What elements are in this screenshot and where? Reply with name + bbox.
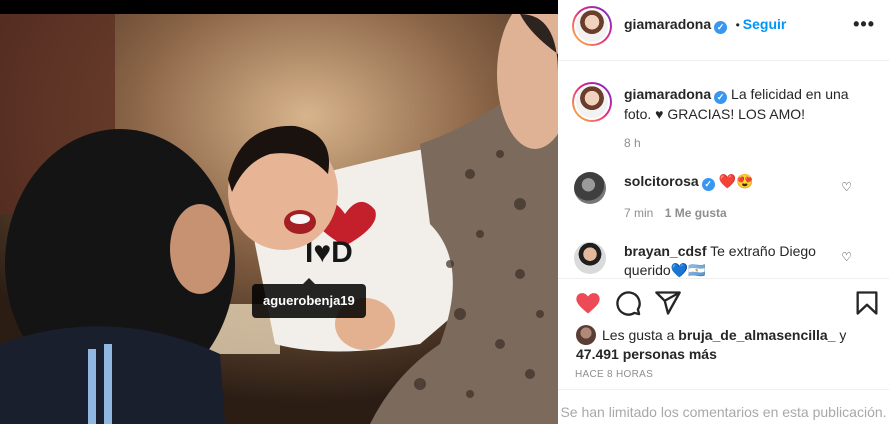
likes-prefix: Les gusta a xyxy=(602,327,675,343)
caption-time[interactable]: 8 h xyxy=(624,136,641,150)
separator-dot: • xyxy=(735,18,740,32)
comment-like-icon[interactable]: ♡ xyxy=(841,250,852,264)
caption-avatar[interactable] xyxy=(572,82,612,122)
caption-text-block: giamaradona ✓ La felicidad en una foto. ♥… xyxy=(624,84,874,124)
comment-avatar[interactable] xyxy=(574,242,606,274)
comment-text: ❤️😍 xyxy=(718,173,754,189)
liker-username[interactable]: bruja_de_almasencilla_ xyxy=(678,327,835,343)
post-photo[interactable]: I♥D aguerobenja19 xyxy=(0,14,558,424)
post-header: giamaradona ✓ • Seguir ••• xyxy=(558,0,889,61)
more-icon[interactable]: ••• xyxy=(853,14,875,35)
caption-username[interactable]: giamaradona xyxy=(624,86,711,102)
bookmark-icon[interactable] xyxy=(853,289,881,317)
verified-icon: ✓ xyxy=(714,91,728,104)
comment-likes[interactable]: 1 Me gusta xyxy=(665,206,727,220)
comment-time[interactable]: 7 min xyxy=(624,206,653,220)
post-timestamp[interactable]: HACE 8 HORAS xyxy=(575,369,653,380)
comment-text-block: solcitorosa ✓ ❤️😍 xyxy=(624,172,846,191)
comment-username[interactable]: solcitorosa xyxy=(624,173,699,189)
comment-username[interactable]: brayan_cdsf xyxy=(624,243,706,259)
post-actions-section: Les gusta a bruja_de_almasencilla_ y 47.… xyxy=(558,278,889,424)
post-photo-image: I♥D xyxy=(0,14,558,424)
comments-limited-notice: Se han limitado los comentarios en esta … xyxy=(558,389,889,420)
liker-avatar[interactable] xyxy=(576,325,596,345)
likes-summary: Les gusta a bruja_de_almasencilla_ y 47.… xyxy=(576,325,876,364)
verified-icon: ✓ xyxy=(701,178,715,191)
photo-user-tag[interactable]: aguerobenja19 xyxy=(252,278,366,318)
post-sidebar: giamaradona ✓ • Seguir ••• giamaradona ✓ La… xyxy=(558,0,889,424)
likes-count[interactable]: 47.491 personas más xyxy=(576,346,717,362)
likes-joiner: y xyxy=(839,327,847,343)
comment-avatar[interactable] xyxy=(574,172,606,204)
author-avatar[interactable] xyxy=(572,6,612,46)
verified-icon: ✓ xyxy=(714,21,728,34)
heart-icon[interactable] xyxy=(574,289,602,317)
author-line: giamaradona ✓ • Seguir xyxy=(624,16,786,34)
comment-meta: 7 min 1 Me gusta xyxy=(624,206,727,220)
comment-like-icon[interactable]: ♡ xyxy=(841,180,852,194)
comment-icon[interactable] xyxy=(614,289,642,317)
author-username[interactable]: giamaradona xyxy=(624,16,711,32)
comment-text-block: brayan_cdsf Te extraño Diego querido💙🇦🇷 xyxy=(624,242,846,280)
follow-button[interactable]: Seguir xyxy=(743,16,787,32)
share-icon[interactable] xyxy=(654,289,682,317)
